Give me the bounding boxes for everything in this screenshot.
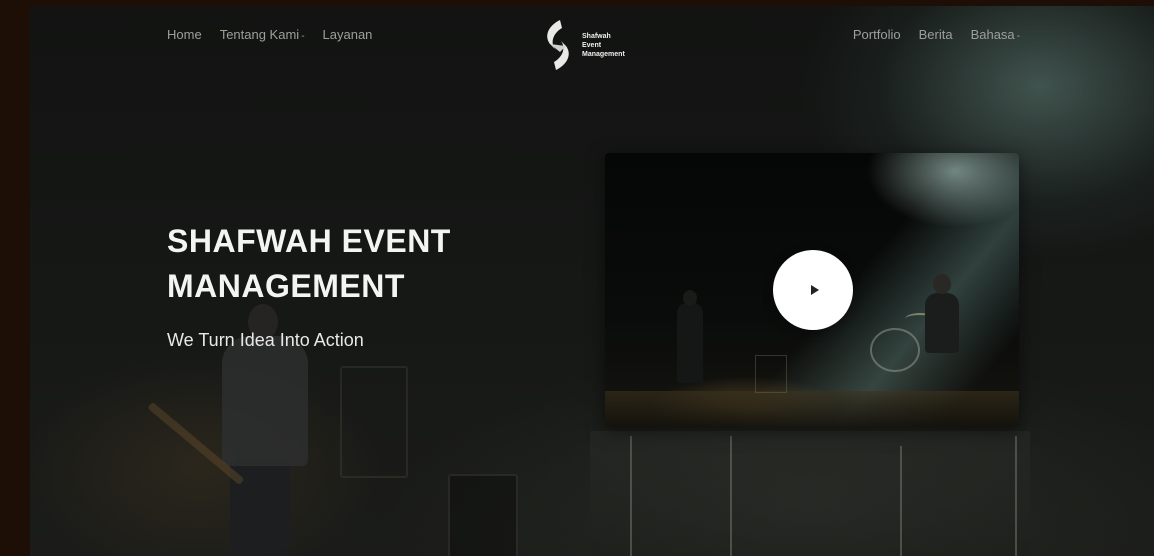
nav-berita-label: Berita	[918, 27, 953, 42]
stand-decoration	[630, 436, 632, 556]
dropdown-caret-icon: -	[1016, 31, 1020, 42]
musician-silhouette	[222, 336, 308, 466]
stand-decoration	[1015, 436, 1017, 556]
hero-title: SHAFWAH EVENT MANAGEMENT	[167, 219, 527, 309]
primary-nav-left: Home Tentang Kami - Layanan	[167, 27, 372, 42]
hero-title-line-1: SHAFWAH EVENT	[167, 223, 451, 259]
nav-layanan-label: Layanan	[322, 27, 373, 42]
hero-subtitle: We Turn Idea Into Action	[167, 330, 364, 350]
nav-layanan[interactable]: Layanan	[323, 27, 373, 42]
performer-silhouette	[677, 303, 703, 383]
nav-tentang-kami-label: Tentang Kami	[219, 27, 300, 42]
amplifier-decoration	[448, 474, 518, 556]
performer-silhouette	[683, 290, 697, 306]
amplifier-decoration	[340, 366, 408, 478]
nav-tentang-kami[interactable]: Tentang Kami -	[220, 27, 305, 42]
stand-decoration	[900, 446, 902, 556]
nav-berita[interactable]: Berita	[919, 27, 953, 42]
stage-floor	[605, 391, 1019, 427]
nav-bahasa-label: Bahasa	[970, 27, 1015, 42]
nav-portfolio-label: Portfolio	[852, 27, 901, 42]
play-button[interactable]	[773, 250, 853, 330]
logo-line-3: Management	[582, 50, 625, 58]
video-thumbnail[interactable]	[605, 153, 1019, 427]
shafwah-logo-icon	[547, 20, 569, 70]
hero-section: Home Tentang Kami - Layanan Shafwah Event…	[30, 6, 1154, 556]
nav-home[interactable]: Home	[167, 27, 202, 42]
primary-nav-right: Portfolio Berita Bahasa -	[853, 27, 1020, 42]
stand-decoration	[730, 436, 732, 556]
logo-line-2: Event	[582, 41, 602, 49]
nav-bahasa[interactable]: Bahasa -	[971, 27, 1020, 42]
drum-kit-decoration	[870, 328, 920, 372]
nav-home-label: Home	[167, 27, 202, 42]
amplifier-decoration	[755, 355, 787, 393]
dropdown-caret-icon: -	[301, 31, 305, 42]
hero-title-line-2: MANAGEMENT	[167, 268, 405, 304]
logo-wordmark: Shafwah Event Management	[582, 32, 625, 59]
stage-floor-decoration	[590, 431, 1030, 556]
logo-line-1: Shafwah	[582, 32, 611, 40]
play-icon	[810, 285, 819, 295]
drummer-silhouette	[925, 293, 959, 353]
nav-portfolio[interactable]: Portfolio	[853, 27, 901, 42]
drummer-silhouette	[933, 274, 951, 294]
brand-logo[interactable]: Shafwah Event Management	[540, 18, 625, 72]
